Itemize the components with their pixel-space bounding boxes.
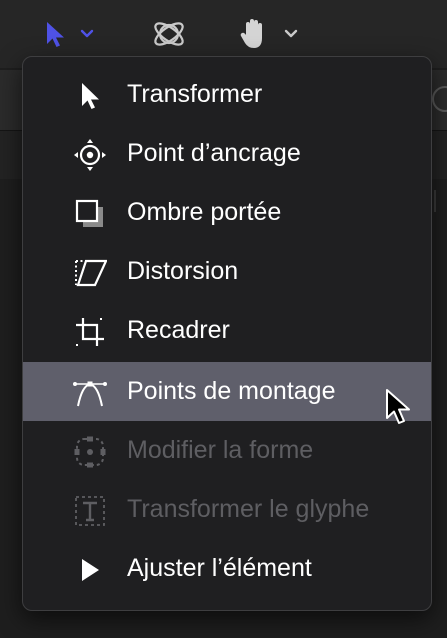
arrow-pointer-icon (73, 79, 107, 113)
mouse-cursor-icon (385, 388, 413, 433)
menu-item-label: Transformer le glyphe (127, 495, 370, 523)
menu-item-label: Ombre portée (127, 198, 282, 226)
orbit-icon (151, 16, 187, 52)
menu-item-drop-shadow[interactable]: Ombre portée (23, 183, 431, 242)
pan-tool-button[interactable] (238, 14, 298, 54)
menu-item-edit-points[interactable]: Points de montage (23, 362, 431, 421)
edit-shape-icon (73, 435, 107, 469)
drop-shadow-icon (73, 197, 107, 231)
anchor-point-icon (73, 138, 107, 172)
menu-item-anchor-point[interactable]: Point d’ancrage (23, 124, 431, 183)
menu-item-label: Ajuster l’élément (127, 554, 312, 582)
menu-item-label: Recadrer (127, 316, 230, 344)
menu-item-label: Transformer (127, 80, 263, 108)
menu-item-label: Points de montage (127, 377, 336, 405)
chevron-down-icon[interactable] (80, 29, 94, 39)
menu-item-adjust-item[interactable]: Ajuster l’élément (23, 539, 431, 598)
select-tool-button[interactable] (44, 14, 94, 54)
adjust-item-icon (73, 553, 107, 587)
chevron-down-icon[interactable] (284, 29, 298, 39)
menu-item-transformer[interactable]: Transformer (23, 65, 431, 124)
transform-glyph-icon (73, 494, 107, 528)
menu-item-distort[interactable]: Distorsion (23, 242, 431, 301)
menu-item-label: Modifier la forme (127, 436, 314, 464)
crop-icon (73, 315, 107, 349)
orbit-tool-button[interactable] (151, 14, 187, 54)
menu-item-label: Point d’ancrage (127, 139, 301, 167)
distort-icon (73, 256, 107, 290)
hand-icon (238, 17, 270, 51)
background-divider (434, 190, 436, 212)
edit-points-icon (73, 376, 107, 410)
tool-menu: Transformer Point d’ancrage Ombre portée (22, 56, 432, 611)
menu-item-transform-glyph[interactable]: Transformer le glyphe (23, 480, 431, 539)
arrow-pointer-icon (44, 20, 68, 48)
menu-item-label: Distorsion (127, 257, 239, 285)
menu-item-edit-shape[interactable]: Modifier la forme (23, 421, 431, 480)
menu-item-crop[interactable]: Recadrer (23, 301, 431, 360)
